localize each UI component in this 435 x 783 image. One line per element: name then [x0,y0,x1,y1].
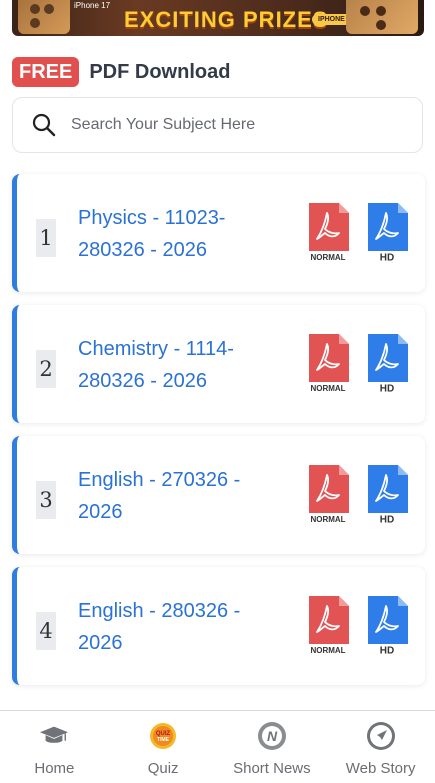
item-title-link[interactable]: English - 270326 - 2026 [78,464,278,528]
svg-text:NORMAL: NORMAL [310,515,345,524]
svg-text:NORMAL: NORMAL [310,646,345,655]
nav-label: Short News [233,760,311,777]
svg-text:HD: HD [380,515,394,526]
page-title: PDF Download [89,60,231,83]
banner-title: EXCITING PRIZES [124,7,329,32]
svg-text:TIME: TIME [157,737,170,743]
ad-banner[interactable]: iPhone 17 EXCITING PRIZES IPHONE 17 PRO [12,0,424,36]
pdf-normal-icon[interactable]: NORMAL [307,465,349,525]
pdf-hd-icon[interactable]: HD [366,596,408,656]
item-title-link[interactable]: English - 280326 - 2026 [78,595,278,659]
pdf-normal-icon[interactable]: NORMAL [307,334,349,394]
item-number: 3 [36,481,56,519]
svg-text:HD: HD [380,384,394,395]
compass-icon [366,721,396,751]
quiz-time-icon: QUIZ TIME [148,721,178,751]
banner-brand: iPhone 17 [74,1,111,10]
list-item[interactable]: 1 Physics - 11023-280326 - 2026 NORMAL H… [12,174,425,292]
graduation-cap-icon [39,721,69,751]
item-title-link[interactable]: Chemistry - 1114-280326 - 2026 [78,333,278,397]
svg-text:NORMAL: NORMAL [310,384,345,393]
subject-list: 1 Physics - 11023-280326 - 2026 NORMAL H… [12,174,425,698]
nav-quiz[interactable]: QUIZ TIME Quiz [109,711,218,783]
nav-label: Home [34,760,75,777]
svg-text:HD: HD [380,253,394,264]
pdf-hd-icon[interactable]: HD [366,203,408,263]
pdf-normal-icon[interactable]: NORMAL [307,203,349,263]
nav-home[interactable]: Home [0,711,109,783]
free-badge: FREE [12,57,80,87]
list-item[interactable]: 3 English - 270326 - 2026 NORMAL HD [12,436,425,554]
list-item[interactable]: 2 Chemistry - 1114-280326 - 2026 NORMAL … [12,305,425,423]
pdf-normal-icon[interactable]: NORMAL [307,596,349,656]
item-number: 1 [36,219,56,257]
pdf-hd-icon[interactable]: HD [366,465,408,525]
page-header: FREE PDF Download [12,56,230,88]
search-box[interactable] [12,97,423,153]
search-icon [31,112,57,138]
svg-text:HD: HD [380,646,394,657]
phone-image [346,0,418,34]
nav-label: Quiz [147,760,179,777]
svg-text:NORMAL: NORMAL [310,253,345,262]
phone-image [18,0,70,34]
item-number: 4 [36,612,56,650]
nav-short-news[interactable]: N Short News [218,711,327,783]
item-number: 2 [36,350,56,388]
bottom-nav: Home QUIZ TIME Quiz N Short News Web Sto… [0,710,435,783]
item-title-link[interactable]: Physics - 11023-280326 - 2026 [78,202,278,266]
news-icon: N [257,721,287,751]
svg-text:N: N [267,728,278,744]
nav-label: Web Story [345,760,416,777]
search-input[interactable] [69,115,403,135]
list-item[interactable]: 4 English - 280326 - 2026 NORMAL HD [12,567,425,685]
nav-web-story[interactable]: Web Story [326,711,435,783]
pdf-hd-icon[interactable]: HD [366,334,408,394]
